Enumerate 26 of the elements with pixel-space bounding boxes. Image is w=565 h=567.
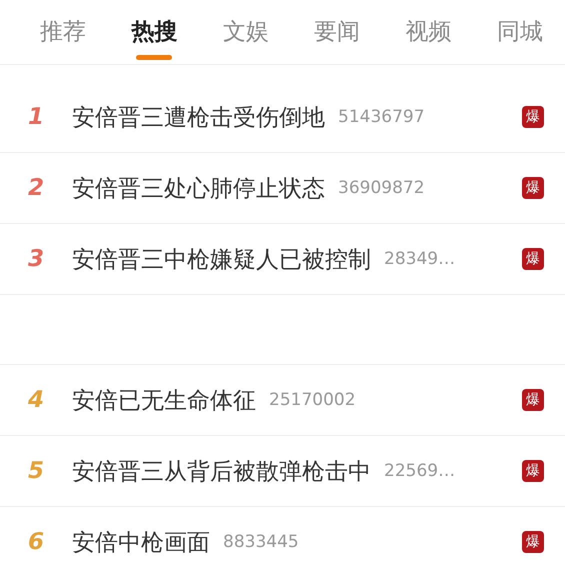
topic-title[interactable]: 安倍晋三从背后被散弹枪击中 <box>72 456 371 486</box>
rank-number: 5 <box>26 458 45 484</box>
hot-badge: 爆 <box>522 106 544 128</box>
heat-count: 36909872 <box>338 178 425 198</box>
hot-badge: 爆 <box>522 177 544 199</box>
heat-count: 51436797 <box>338 107 425 127</box>
hot-badge: 爆 <box>522 460 544 482</box>
hot-badge: 爆 <box>522 389 544 411</box>
rank-number: 1 <box>26 104 45 130</box>
heat-count: 22569… <box>384 461 456 481</box>
topic-title[interactable]: 安倍晋三遭枪击受伤倒地 <box>72 102 325 132</box>
topic-title[interactable]: 安倍晋三中枪嫌疑人已被控制 <box>72 244 371 274</box>
topic-title[interactable]: 安倍已无生命体征 <box>72 384 256 416</box>
rank-number: 2 <box>26 175 45 201</box>
hot-badge: 爆 <box>522 248 544 270</box>
rank-number: 6 <box>26 529 45 555</box>
rank-number: 3 <box>26 246 45 272</box>
heat-count: 25170002 <box>269 390 356 410</box>
topic-title[interactable]: 安倍晋三处心肺停止状态 <box>72 172 325 204</box>
heat-count: 28349… <box>384 249 456 269</box>
rank-number: 4 <box>26 387 45 413</box>
hot-badge: 爆 <box>522 531 544 553</box>
heat-count: 8833445 <box>223 532 299 552</box>
tab-indicator <box>136 55 172 60</box>
tab[interactable]: 热搜 <box>131 14 178 50</box>
topic-title[interactable]: 安倍中枪画面 <box>72 526 210 558</box>
